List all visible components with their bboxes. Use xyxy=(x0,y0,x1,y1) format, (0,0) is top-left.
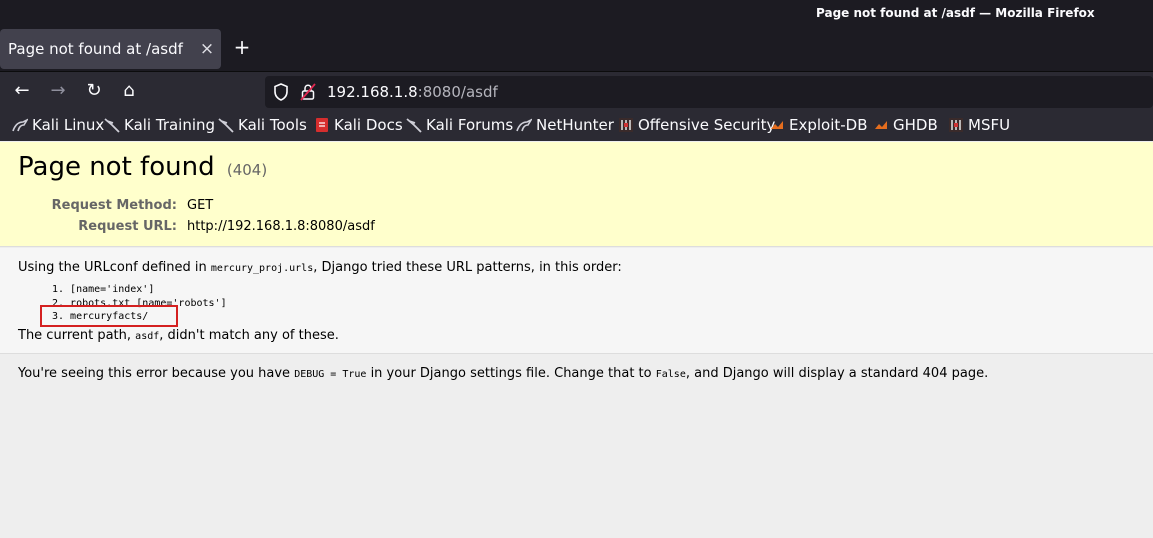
request-url-value: http://192.168.1.8:8080/asdf xyxy=(187,219,375,234)
bookmark-label: Kali Linux xyxy=(32,116,105,134)
url-bar[interactable]: 192.168.1.8:8080/asdf xyxy=(265,76,1153,108)
url-path: :8080/asdf xyxy=(417,83,498,101)
window-titlebar: Page not found at /asdf — Mozilla Firefo… xyxy=(0,0,1153,27)
explanation-section: You're seeing this error because you hav… xyxy=(0,355,1153,538)
bookmark-label: MSFU xyxy=(968,116,1011,134)
url-host: 192.168.1.8 xyxy=(327,83,418,101)
kali-dragon-icon xyxy=(406,117,422,133)
bookmark-offensive-security[interactable]: Offensive Security xyxy=(618,116,775,134)
request-method-label: Request Method: xyxy=(51,198,177,213)
bookmark-kali-forums[interactable]: Kali Forums xyxy=(406,116,513,134)
bookmark-kali-docs[interactable]: Kali Docs xyxy=(314,116,403,134)
page-title: Page not found (404) xyxy=(18,152,267,182)
forward-button[interactable]: → xyxy=(46,80,70,102)
urlconf-text: Using the URLconf defined in mercury_pro… xyxy=(18,260,622,275)
page-title-text: Page not found xyxy=(18,152,215,182)
bookmark-nethunter[interactable]: NetHunter xyxy=(516,116,614,134)
bookmark-kali-linux[interactable]: Kali Linux xyxy=(12,116,104,134)
exploitdb-icon xyxy=(873,117,889,133)
exploitdb-icon xyxy=(769,117,785,133)
reload-button[interactable]: ↻ xyxy=(82,80,106,102)
tab-active[interactable]: Page not found at /asdf × xyxy=(0,29,221,69)
bookmark-ghdb[interactable]: GHDB xyxy=(873,116,938,134)
bookmark-label: Offensive Security xyxy=(638,116,776,134)
bookmark-label: NetHunter xyxy=(536,116,614,134)
path-prefix: The current path, xyxy=(18,328,136,343)
bookmarks-toolbar: Kali Linux Kali Training Kali Tools Kali… xyxy=(0,111,1153,141)
path-suffix: , didn't match any of these. xyxy=(159,328,339,343)
debug-code: DEBUG = True xyxy=(294,369,367,380)
tab-title: Page not found at /asdf xyxy=(8,40,183,58)
bookmark-label: Kali Docs xyxy=(334,116,403,134)
status-code: (404) xyxy=(226,161,268,179)
bookmark-label: Kali Training xyxy=(124,116,216,134)
kali-docs-icon xyxy=(314,117,330,133)
request-method-value: GET xyxy=(187,198,214,213)
bookmark-exploit-db[interactable]: Exploit-DB xyxy=(769,116,868,134)
bookmark-kali-training[interactable]: Kali Training xyxy=(104,116,215,134)
path-value: asdf xyxy=(135,331,160,342)
explanation-part2: in your Django settings file. Change tha… xyxy=(366,366,656,381)
insecure-lock-icon[interactable] xyxy=(300,83,316,105)
url-pattern-item: 1. [name='index'] xyxy=(52,284,155,295)
urlconf-suffix: , Django tried these URL patterns, in th… xyxy=(313,260,622,275)
url-text[interactable]: 192.168.1.8:8080/asdf xyxy=(327,83,498,101)
false-code: False xyxy=(655,369,686,380)
tab-close-icon[interactable]: × xyxy=(193,39,221,59)
explanation-text: You're seeing this error because you hav… xyxy=(18,366,988,381)
bookmark-msfu[interactable]: MSFU xyxy=(948,116,1010,134)
current-path-text: The current path, asdf, didn't match any… xyxy=(18,328,339,343)
bookmark-label: Exploit-DB xyxy=(789,116,868,134)
bookmark-label: Kali Forums xyxy=(426,116,514,134)
kali-dragon-icon xyxy=(104,117,120,133)
offsec-icon xyxy=(618,117,634,133)
bookmark-label: Kali Tools xyxy=(238,116,307,134)
bookmark-label: GHDB xyxy=(893,116,938,134)
tab-bar: Page not found at /asdf × + xyxy=(0,27,1153,71)
urlconf-prefix: Using the URLconf defined in xyxy=(18,260,211,275)
kali-dragon-icon xyxy=(12,117,30,133)
offsec-icon xyxy=(948,117,964,133)
request-url-label: Request URL: xyxy=(78,219,177,234)
explanation-part3: , and Django will display a standard 404… xyxy=(685,366,989,381)
nav-toolbar: ← → ↻ ⌂ 192.168.1.8:8080/asdf xyxy=(0,71,1153,111)
highlight-annotation-box xyxy=(40,305,178,327)
info-section: Using the URLconf defined in mercury_pro… xyxy=(0,248,1153,354)
urlconf-module: mercury_proj.urls xyxy=(210,263,314,274)
explanation-part1: You're seeing this error because you hav… xyxy=(18,366,295,381)
bookmark-kali-tools[interactable]: Kali Tools xyxy=(218,116,307,134)
tracking-shield-icon[interactable] xyxy=(273,83,289,105)
kali-dragon-icon xyxy=(218,117,234,133)
home-button[interactable]: ⌂ xyxy=(117,80,141,102)
window-title: Page not found at /asdf — Mozilla Firefo… xyxy=(816,6,1095,20)
error-summary: Page not found (404) Request Method: GET… xyxy=(0,142,1153,247)
back-button[interactable]: ← xyxy=(10,80,34,102)
new-tab-button[interactable]: + xyxy=(232,35,252,59)
kali-dragon-icon xyxy=(516,117,534,133)
